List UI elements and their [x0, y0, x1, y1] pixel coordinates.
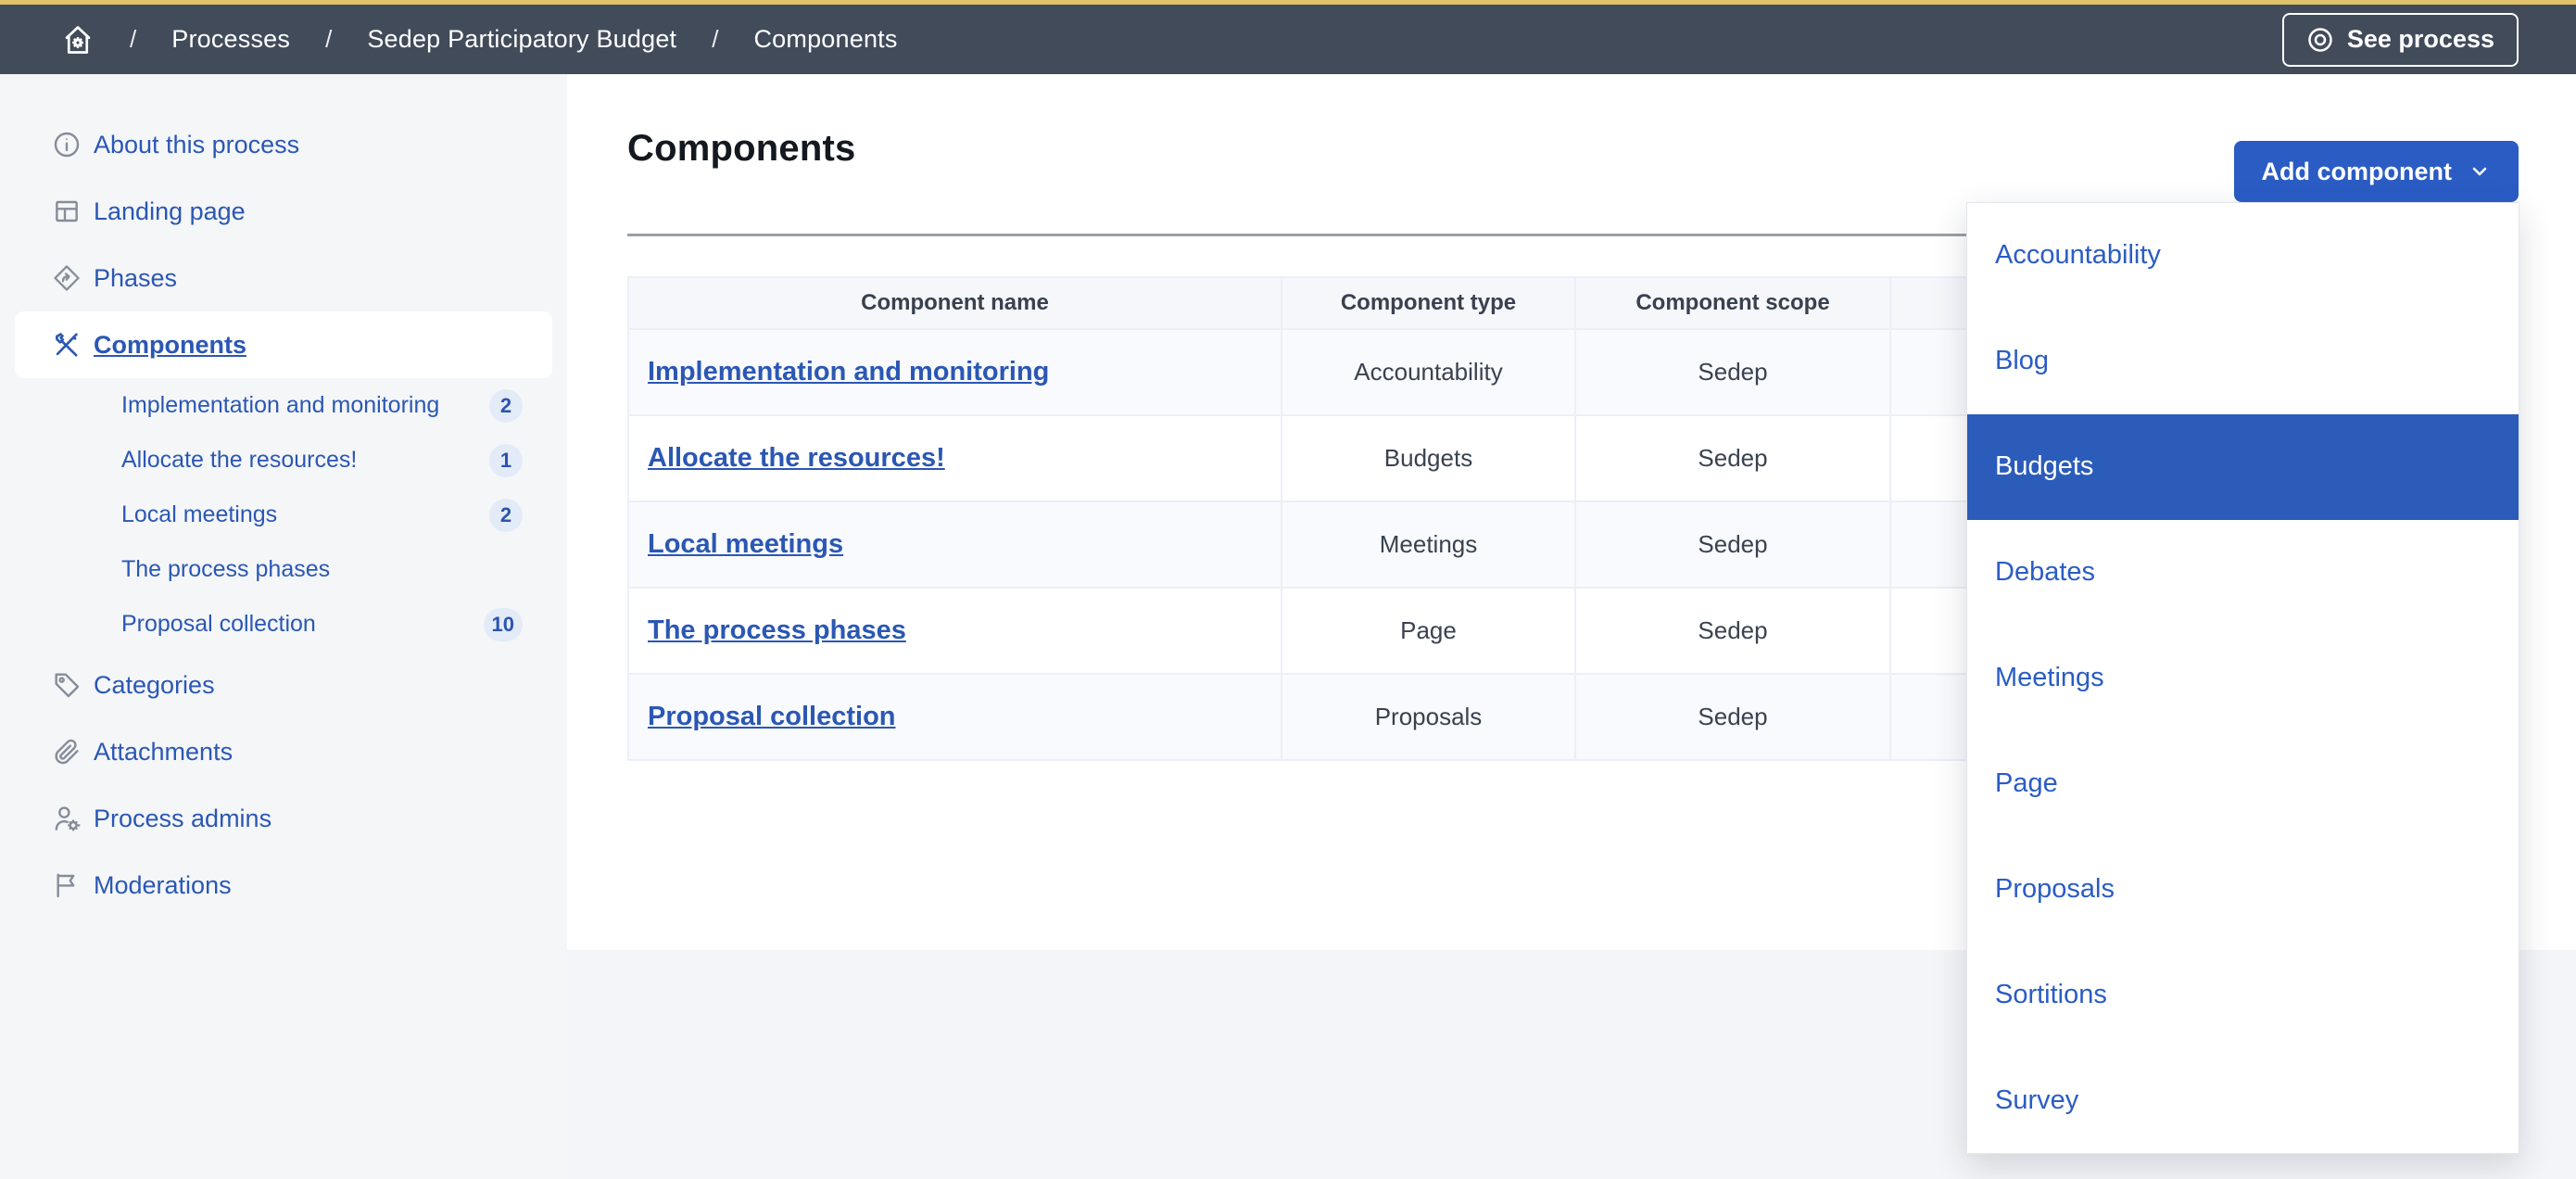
- sidebar-item[interactable]: Attachments: [0, 718, 567, 785]
- tools-icon: [52, 330, 82, 360]
- page-title: Components: [627, 128, 855, 170]
- sidebar-item-label: Components: [94, 331, 246, 360]
- component-type-cell: Accountability: [1282, 329, 1575, 415]
- component-name-link[interactable]: Local meetings: [648, 529, 843, 559]
- sidebar-subitem-label: Implementation and monitoring: [121, 392, 439, 419]
- sidebar-subitem[interactable]: Local meetings 2: [0, 488, 567, 542]
- eye-icon: [2306, 26, 2334, 54]
- sidebar-item-label: Moderations: [94, 871, 232, 900]
- dropdown-item[interactable]: Accountability: [1967, 203, 2519, 309]
- breadcrumb-separator: /: [712, 25, 718, 54]
- table-column-header: Component scope: [1575, 277, 1890, 329]
- breadcrumb: / Processes / Sedep Participatory Budget…: [61, 23, 898, 57]
- breadcrumb-separator: /: [130, 25, 136, 54]
- count-badge: 10: [484, 608, 523, 641]
- user-gear-icon: [52, 804, 82, 833]
- dropdown-item[interactable]: Debates: [1967, 520, 2519, 626]
- sidebar-item[interactable]: Categories: [0, 652, 567, 718]
- component-scope-cell: Sedep: [1575, 588, 1890, 674]
- dropdown-item[interactable]: Page: [1967, 730, 2519, 836]
- home-icon: [61, 23, 95, 57]
- paperclip-icon: [52, 737, 82, 767]
- sidebar-item[interactable]: Components: [15, 311, 552, 378]
- dropdown-item[interactable]: Survey: [1967, 1047, 2519, 1153]
- breadcrumb-segment: / Components: [712, 25, 897, 54]
- component-name-link[interactable]: The process phases: [648, 615, 906, 645]
- flag-icon: [52, 870, 82, 900]
- component-name-link[interactable]: Proposal collection: [648, 702, 896, 731]
- sidebar-item-label: About this process: [94, 131, 299, 159]
- sidebar-subitem-label: The process phases: [121, 556, 330, 583]
- dropdown-item[interactable]: Proposals: [1967, 836, 2519, 942]
- landing-page-icon: [52, 196, 82, 226]
- breadcrumb-link[interactable]: Processes: [171, 25, 290, 54]
- component-scope-cell: Sedep: [1575, 415, 1890, 501]
- sidebar-subitem[interactable]: Proposal collection 10: [0, 597, 567, 652]
- component-type-cell: Budgets: [1282, 415, 1575, 501]
- component-name-link[interactable]: Allocate the resources!: [648, 443, 945, 473]
- chevron-down-icon: [2469, 160, 2491, 183]
- dropdown-item[interactable]: Budgets: [1967, 414, 2519, 520]
- breadcrumb-separator: /: [325, 25, 332, 54]
- component-name-link[interactable]: Implementation and monitoring: [648, 357, 1049, 387]
- sidebar-subitem-label: Proposal collection: [121, 611, 316, 638]
- sidebar-subitem[interactable]: Implementation and monitoring 2: [0, 378, 567, 433]
- count-badge: 1: [489, 444, 523, 477]
- dropdown-item[interactable]: Blog: [1967, 309, 2519, 414]
- sidebar-subitem[interactable]: The process phases: [0, 542, 567, 597]
- count-badge: 2: [489, 389, 523, 423]
- add-component-label: Add component: [2262, 158, 2452, 186]
- breadcrumb-segment: / Sedep Participatory Budget: [325, 25, 676, 54]
- tag-icon: [52, 670, 82, 700]
- table-column-header: Component name: [628, 277, 1282, 329]
- see-process-button[interactable]: See process: [2282, 13, 2519, 67]
- phases-icon: [52, 263, 82, 293]
- sidebar-subitem-label: Allocate the resources!: [121, 447, 357, 474]
- component-scope-cell: Sedep: [1575, 501, 1890, 588]
- sidebar-top-list: About this process Landing page Phases C…: [0, 111, 567, 378]
- sidebar-bottom-list: Categories Attachments Process admins Mo…: [0, 652, 567, 919]
- sidebar-subitem-label: Local meetings: [121, 501, 277, 528]
- dropdown-item[interactable]: Sortitions: [1967, 942, 2519, 1047]
- component-type-cell: Meetings: [1282, 501, 1575, 588]
- component-scope-cell: Sedep: [1575, 674, 1890, 760]
- component-type-cell: Proposals: [1282, 674, 1575, 760]
- sidebar-item[interactable]: About this process: [0, 111, 567, 178]
- admin-app: / Processes / Sedep Participatory Budget…: [0, 0, 2576, 1179]
- sidebar-item[interactable]: Phases: [0, 245, 567, 311]
- breadcrumb-link[interactable]: Sedep Participatory Budget: [367, 25, 676, 54]
- breadcrumb-items: / Processes / Sedep Participatory Budget…: [130, 25, 898, 54]
- sidebar-item[interactable]: Landing page: [0, 178, 567, 245]
- topbar: / Processes / Sedep Participatory Budget…: [0, 0, 2576, 74]
- sidebar-item[interactable]: Process admins: [0, 785, 567, 852]
- sidebar-item-label: Landing page: [94, 197, 246, 226]
- info-icon: [52, 130, 82, 159]
- sidebar-item[interactable]: Moderations: [0, 852, 567, 919]
- dropdown-item[interactable]: Meetings: [1967, 626, 2519, 731]
- sidebar-item-label: Categories: [94, 671, 215, 700]
- breadcrumb-segment: / Processes: [130, 25, 290, 54]
- count-badge: 2: [489, 499, 523, 532]
- sidebar-item-label: Process admins: [94, 805, 271, 833]
- sidebar-subitem[interactable]: Allocate the resources! 1: [0, 433, 567, 488]
- sidebar-item-label: Attachments: [94, 738, 233, 767]
- component-type-cell: Page: [1282, 588, 1575, 674]
- breadcrumb-link[interactable]: Components: [753, 25, 897, 54]
- component-scope-cell: Sedep: [1575, 329, 1890, 415]
- see-process-label: See process: [2347, 25, 2494, 54]
- sidebar-item-label: Phases: [94, 264, 177, 293]
- sidebar-component-sublist: Implementation and monitoring 2 Allocate…: [0, 378, 567, 652]
- home-breadcrumb-link[interactable]: [61, 23, 95, 57]
- add-component-button[interactable]: Add component: [2234, 141, 2519, 202]
- add-component-dropdown: AccountabilityBlogBudgetsDebatesMeetings…: [1966, 202, 2519, 1154]
- sidebar: About this process Landing page Phases C…: [0, 74, 567, 1179]
- table-column-header: Component type: [1282, 277, 1575, 329]
